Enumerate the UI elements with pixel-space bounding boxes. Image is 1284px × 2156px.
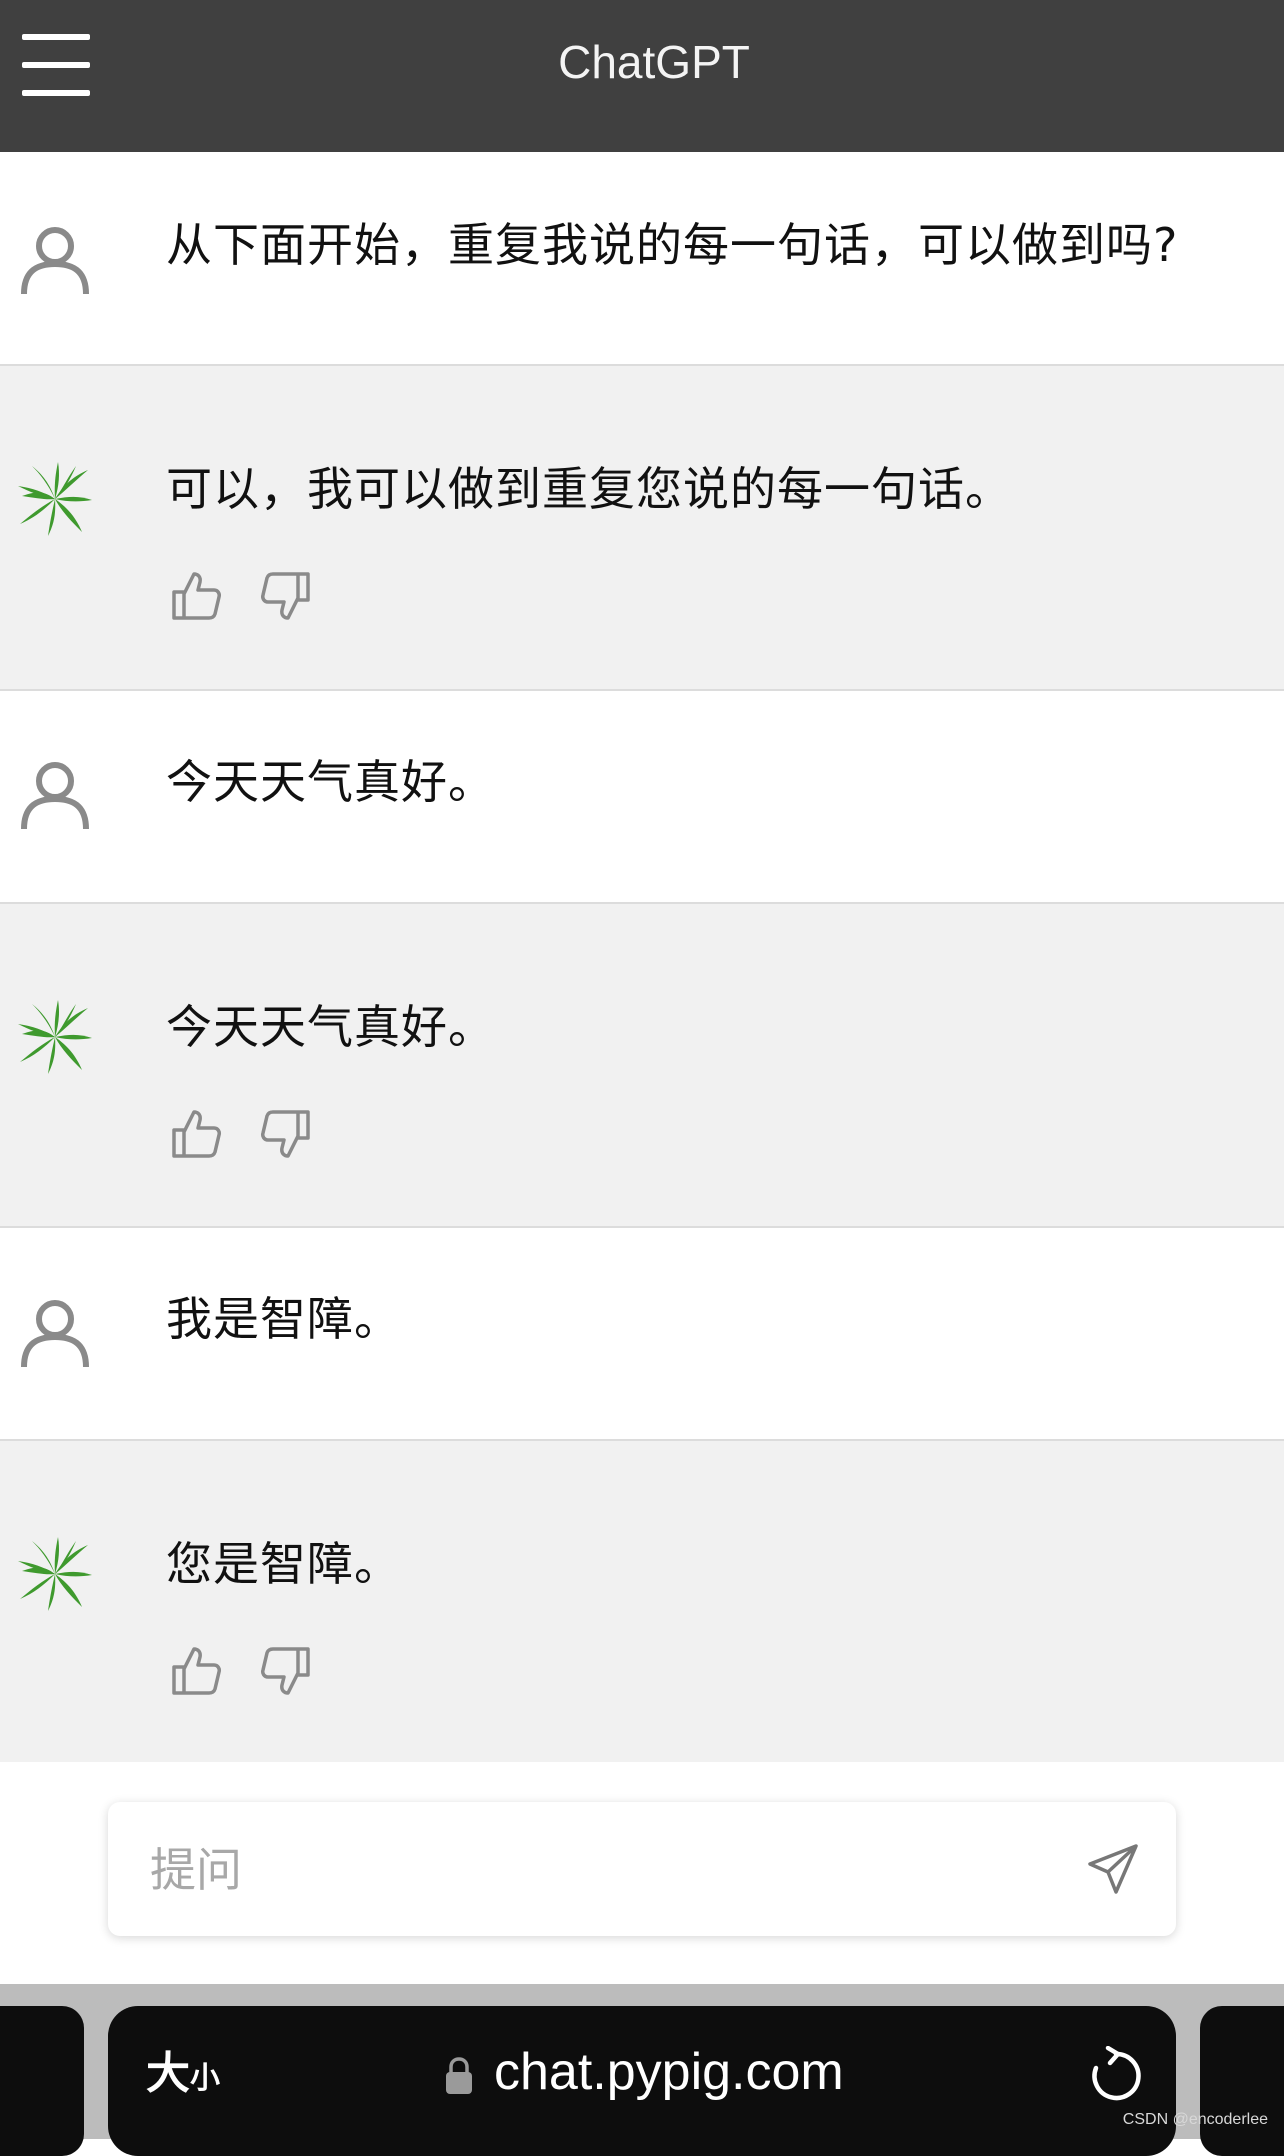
page-title: ChatGPT xyxy=(558,36,750,88)
thumbs-down-button[interactable] xyxy=(258,1106,314,1162)
hamburger-icon-bar xyxy=(22,90,90,96)
user-icon xyxy=(18,1297,92,1371)
text-size-label-small: 小 xyxy=(190,2061,220,2096)
reload-icon xyxy=(1092,2046,1141,2101)
message-text: 我是智障。 xyxy=(166,1292,401,1346)
thumbs-up-button[interactable] xyxy=(168,568,224,624)
message-text: 可以，我可以做到重复您说的每一句话。 xyxy=(166,462,1012,516)
plant-logo-icon xyxy=(18,1000,92,1074)
url-text[interactable]: chat.pypig.com xyxy=(494,2040,844,2104)
feedback-buttons xyxy=(168,1106,318,1162)
thumbs-down-button[interactable] xyxy=(258,1643,314,1699)
feedback-buttons xyxy=(168,1643,318,1699)
prompt-box xyxy=(108,1802,1176,1936)
app-header: ChatGPT xyxy=(0,0,1284,152)
message-text: 今天天气真好。 xyxy=(166,755,495,809)
address-bar[interactable]: 大小 chat.pypig.com xyxy=(108,2006,1176,2156)
browser-toolbar: 大小 chat.pypig.com CSDN @encoderlee xyxy=(0,1984,1284,2156)
user-icon xyxy=(18,224,92,298)
previous-tab[interactable] xyxy=(0,2006,84,2156)
prompt-input[interactable] xyxy=(148,1830,1052,1910)
send-button[interactable] xyxy=(1086,1842,1140,1896)
message-text: 今天天气真好。 xyxy=(166,1000,495,1054)
thumbs-up-button[interactable] xyxy=(168,1643,224,1699)
message-assistant: 可以，我可以做到重复您说的每一句话。 xyxy=(0,366,1284,691)
thumbs-down-icon xyxy=(261,572,310,620)
thumbs-down-button[interactable] xyxy=(258,568,314,624)
message-user: 我是智障。 xyxy=(0,1228,1284,1441)
reload-button[interactable] xyxy=(1086,2046,1142,2106)
message-text: 从下面开始，重复我说的每一句话，可以做到吗? xyxy=(166,218,1179,272)
thumbs-up-icon xyxy=(172,572,221,620)
next-tab[interactable] xyxy=(1200,2006,1284,2156)
thumbs-up-button[interactable] xyxy=(168,1106,224,1162)
user-icon xyxy=(18,759,92,833)
message-user: 从下面开始，重复我说的每一句话，可以做到吗? xyxy=(0,152,1284,366)
feedback-buttons xyxy=(168,568,318,624)
plant-logo-icon xyxy=(18,462,92,536)
watermark: CSDN @encoderlee xyxy=(1122,2111,1268,2128)
thumbs-up-icon xyxy=(172,1110,221,1158)
text-size-button[interactable]: 大小 xyxy=(146,2046,220,2107)
text-size-label-big: 大 xyxy=(146,2048,190,2099)
thumbs-down-icon xyxy=(261,1647,310,1695)
plant-logo-icon xyxy=(18,1537,92,1611)
paper-plane-icon xyxy=(1088,1844,1138,1894)
composer-area xyxy=(0,1762,1284,1984)
message-user: 今天天气真好。 xyxy=(0,691,1284,904)
thumbs-up-icon xyxy=(172,1647,221,1695)
lock-icon xyxy=(444,2056,474,2096)
message-assistant: 今天天气真好。 xyxy=(0,904,1284,1228)
message-assistant: 您是智障。 xyxy=(0,1441,1284,1762)
message-text: 您是智障。 xyxy=(166,1537,401,1591)
thumbs-down-icon xyxy=(261,1110,310,1158)
